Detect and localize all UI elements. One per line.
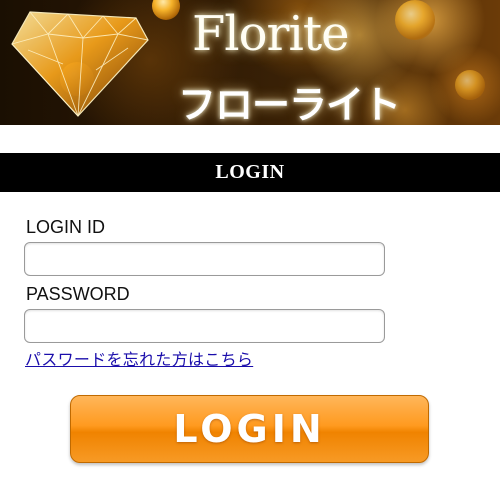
forgot-password-link[interactable]: パスワードを忘れた方はこちら [25,346,253,370]
crystal-gem-icon [11,11,149,117]
site-banner: Florite フローライト [0,0,500,125]
login-id-input[interactable] [24,242,385,276]
brand-title-en: Florite [192,6,350,62]
glow-orb-decoration [455,70,485,100]
login-page: Florite フローライト LOGIN LOGIN ID PASSWORD パ… [0,0,500,482]
login-id-label: LOGIN ID [26,217,106,237]
password-label: PASSWORD [26,284,130,304]
login-header-bar: LOGIN [0,153,500,192]
brand-title-jp: フローライト [178,83,401,125]
login-button-label: LOGIN [173,407,326,451]
login-header-title: LOGIN [215,161,285,183]
login-button[interactable]: LOGIN [70,395,429,463]
password-input[interactable] [24,309,385,343]
glow-orb-decoration [395,0,435,40]
